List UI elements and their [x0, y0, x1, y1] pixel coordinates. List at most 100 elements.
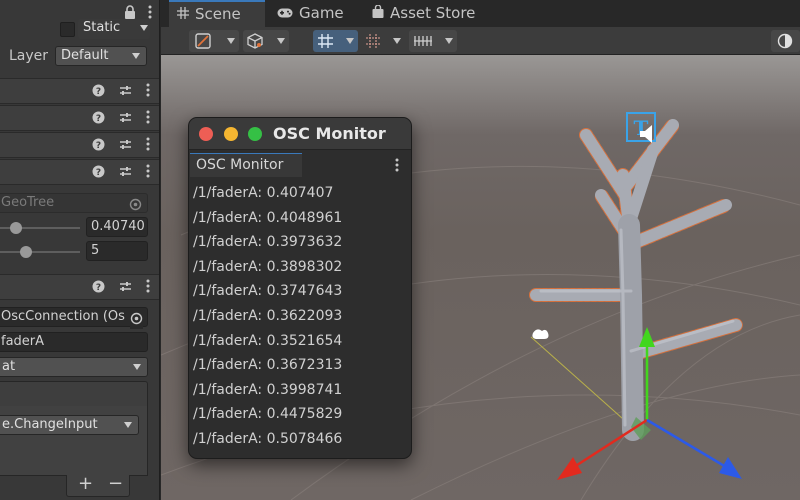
increment-snap-button[interactable] — [361, 30, 405, 52]
layer-dropdown[interactable]: Default — [55, 46, 147, 66]
grid-snap-button[interactable] — [313, 30, 358, 52]
preset-sliders-icon[interactable] — [119, 280, 132, 293]
static-dropdown[interactable]: Static — [78, 19, 150, 39]
float-value-field[interactable]: 0.40740 — [86, 217, 148, 237]
chevron-down-icon — [140, 25, 148, 31]
component-header[interactable]: ? — [0, 274, 159, 300]
help-icon[interactable]: ? — [92, 84, 105, 97]
tree-trunk — [618, 214, 644, 441]
close-window-button[interactable] — [199, 127, 213, 141]
component-header[interactable]: ? — [0, 78, 159, 104]
int-value-field[interactable]: 5 — [86, 241, 148, 261]
component-header[interactable]: ? — [0, 132, 159, 158]
svg-text:?: ? — [96, 141, 101, 151]
type-value: at — [2, 359, 16, 374]
osc-connection-field[interactable]: OscConnection (Os — [0, 307, 148, 327]
osc-message: /1/faderA: 0.3747643 — [193, 283, 343, 300]
int-slider-handle[interactable] — [20, 246, 32, 258]
int-slider-track[interactable] — [0, 251, 80, 253]
osc-message-list: /1/faderA: 0.407407 /1/faderA: 0.4048961… — [193, 181, 407, 452]
kebab-menu-icon[interactable] — [146, 83, 150, 97]
callback-dropdown[interactable]: e.ChangeInput — [0, 415, 139, 435]
kebab-menu-icon[interactable] — [395, 157, 399, 176]
callback-value: e.ChangeInput — [2, 417, 98, 432]
lock-icon[interactable] — [124, 4, 136, 23]
type-dropdown[interactable]: at — [0, 357, 148, 377]
osc-message: /1/faderA: 0.4048961 — [193, 209, 343, 226]
osc-message: /1/faderA: 0.3622093 — [193, 307, 343, 324]
osc-monitor-window[interactable]: OSC Monitor OSC Monitor /1/faderA: 0.407… — [188, 117, 412, 459]
int-value: 5 — [91, 243, 100, 258]
kebab-menu-icon[interactable] — [146, 164, 150, 178]
svg-text:?: ? — [96, 114, 101, 124]
osc-address-field[interactable]: faderA — [0, 332, 148, 352]
remove-element-button[interactable]: − — [108, 473, 123, 494]
grid-snap-icon — [318, 34, 333, 48]
osc-message: /1/faderA: 0.3998741 — [193, 381, 343, 398]
help-icon[interactable]: ? — [92, 165, 105, 178]
help-icon[interactable]: ? — [92, 138, 105, 151]
preset-sliders-icon[interactable] — [119, 165, 132, 178]
osc-message: /1/faderA: 0.3521654 — [193, 332, 343, 349]
tab-game[interactable]: Game — [269, 0, 361, 27]
preset-sliders-icon[interactable] — [119, 138, 132, 151]
chevron-down-icon — [132, 53, 140, 59]
draw-mode-button[interactable] — [189, 30, 239, 52]
chevron-down-icon — [124, 422, 132, 428]
chevron-down-icon — [393, 38, 401, 44]
float-slider-handle[interactable] — [10, 222, 22, 234]
grid-icon — [177, 2, 189, 27]
object-picker-icon[interactable] — [129, 196, 142, 215]
preset-sliders-icon[interactable] — [119, 84, 132, 97]
scene-toolbar — [161, 27, 800, 55]
osc-connection-value: OscConnection (Os — [1, 309, 125, 324]
kebab-menu-icon[interactable] — [146, 279, 150, 293]
float-value: 0.40740 — [91, 219, 145, 234]
osc-monitor-titlebar[interactable]: OSC Monitor — [189, 118, 411, 150]
osc-monitor-title: OSC Monitor — [273, 124, 386, 143]
layer-label: Layer — [9, 48, 49, 64]
osc-message: /1/faderA: 0.3672313 — [193, 357, 343, 374]
tab-asset-store[interactable]: Asset Store — [364, 0, 482, 27]
component-header[interactable]: ? — [0, 159, 159, 185]
geotree-object-field[interactable]: GeoTree — [0, 193, 148, 213]
help-icon[interactable]: ? — [92, 111, 105, 124]
chevron-down-icon — [445, 38, 453, 44]
svg-text:?: ? — [96, 87, 101, 97]
layer-value: Default — [61, 48, 109, 63]
chevron-down-icon — [133, 364, 141, 370]
maximize-window-button[interactable] — [248, 127, 262, 141]
chevron-down-icon — [277, 38, 285, 44]
shading-mode-button[interactable] — [243, 30, 289, 52]
kebab-menu-icon[interactable] — [148, 4, 152, 23]
static-label: Static — [83, 20, 121, 35]
light-gizmo-icon — [532, 329, 549, 339]
scene-camera-button[interactable] — [771, 30, 800, 52]
minimize-window-button[interactable] — [224, 127, 238, 141]
add-element-button[interactable]: + — [78, 473, 93, 494]
preset-sliders-icon[interactable] — [119, 111, 132, 124]
osc-message: /1/faderA: 0.3973632 — [193, 234, 343, 251]
svg-text:?: ? — [96, 283, 101, 293]
osc-message: /1/faderA: 0.407407 — [193, 185, 334, 201]
svg-text:?: ? — [96, 168, 101, 178]
tab-game-label: Game — [299, 4, 344, 22]
grid-visibility-button[interactable] — [409, 30, 457, 52]
inspector-panel: Static Layer Default ? ? ? ? GeoTree 0.4… — [0, 0, 160, 500]
object-picker-icon[interactable] — [130, 310, 143, 329]
tab-scene-label: Scene — [195, 5, 241, 23]
kebab-menu-icon[interactable] — [146, 137, 150, 151]
gamepad-icon — [277, 0, 293, 27]
component-header[interactable]: ? — [0, 105, 159, 131]
draw-mode-icon — [195, 33, 211, 49]
osc-message: /1/faderA: 0.4475829 — [193, 406, 343, 423]
tab-asset-store-label: Asset Store — [390, 4, 476, 22]
event-header — [0, 381, 148, 407]
editor-tab-bar: Scene Game Asset Store — [161, 0, 800, 27]
tab-osc-monitor[interactable]: OSC Monitor — [190, 153, 302, 177]
help-icon[interactable]: ? — [92, 280, 105, 293]
tab-scene[interactable]: Scene — [169, 0, 265, 27]
kebab-menu-icon[interactable] — [146, 110, 150, 124]
osc-message: /1/faderA: 0.5078466 — [193, 430, 343, 447]
static-checkbox[interactable] — [60, 22, 75, 37]
